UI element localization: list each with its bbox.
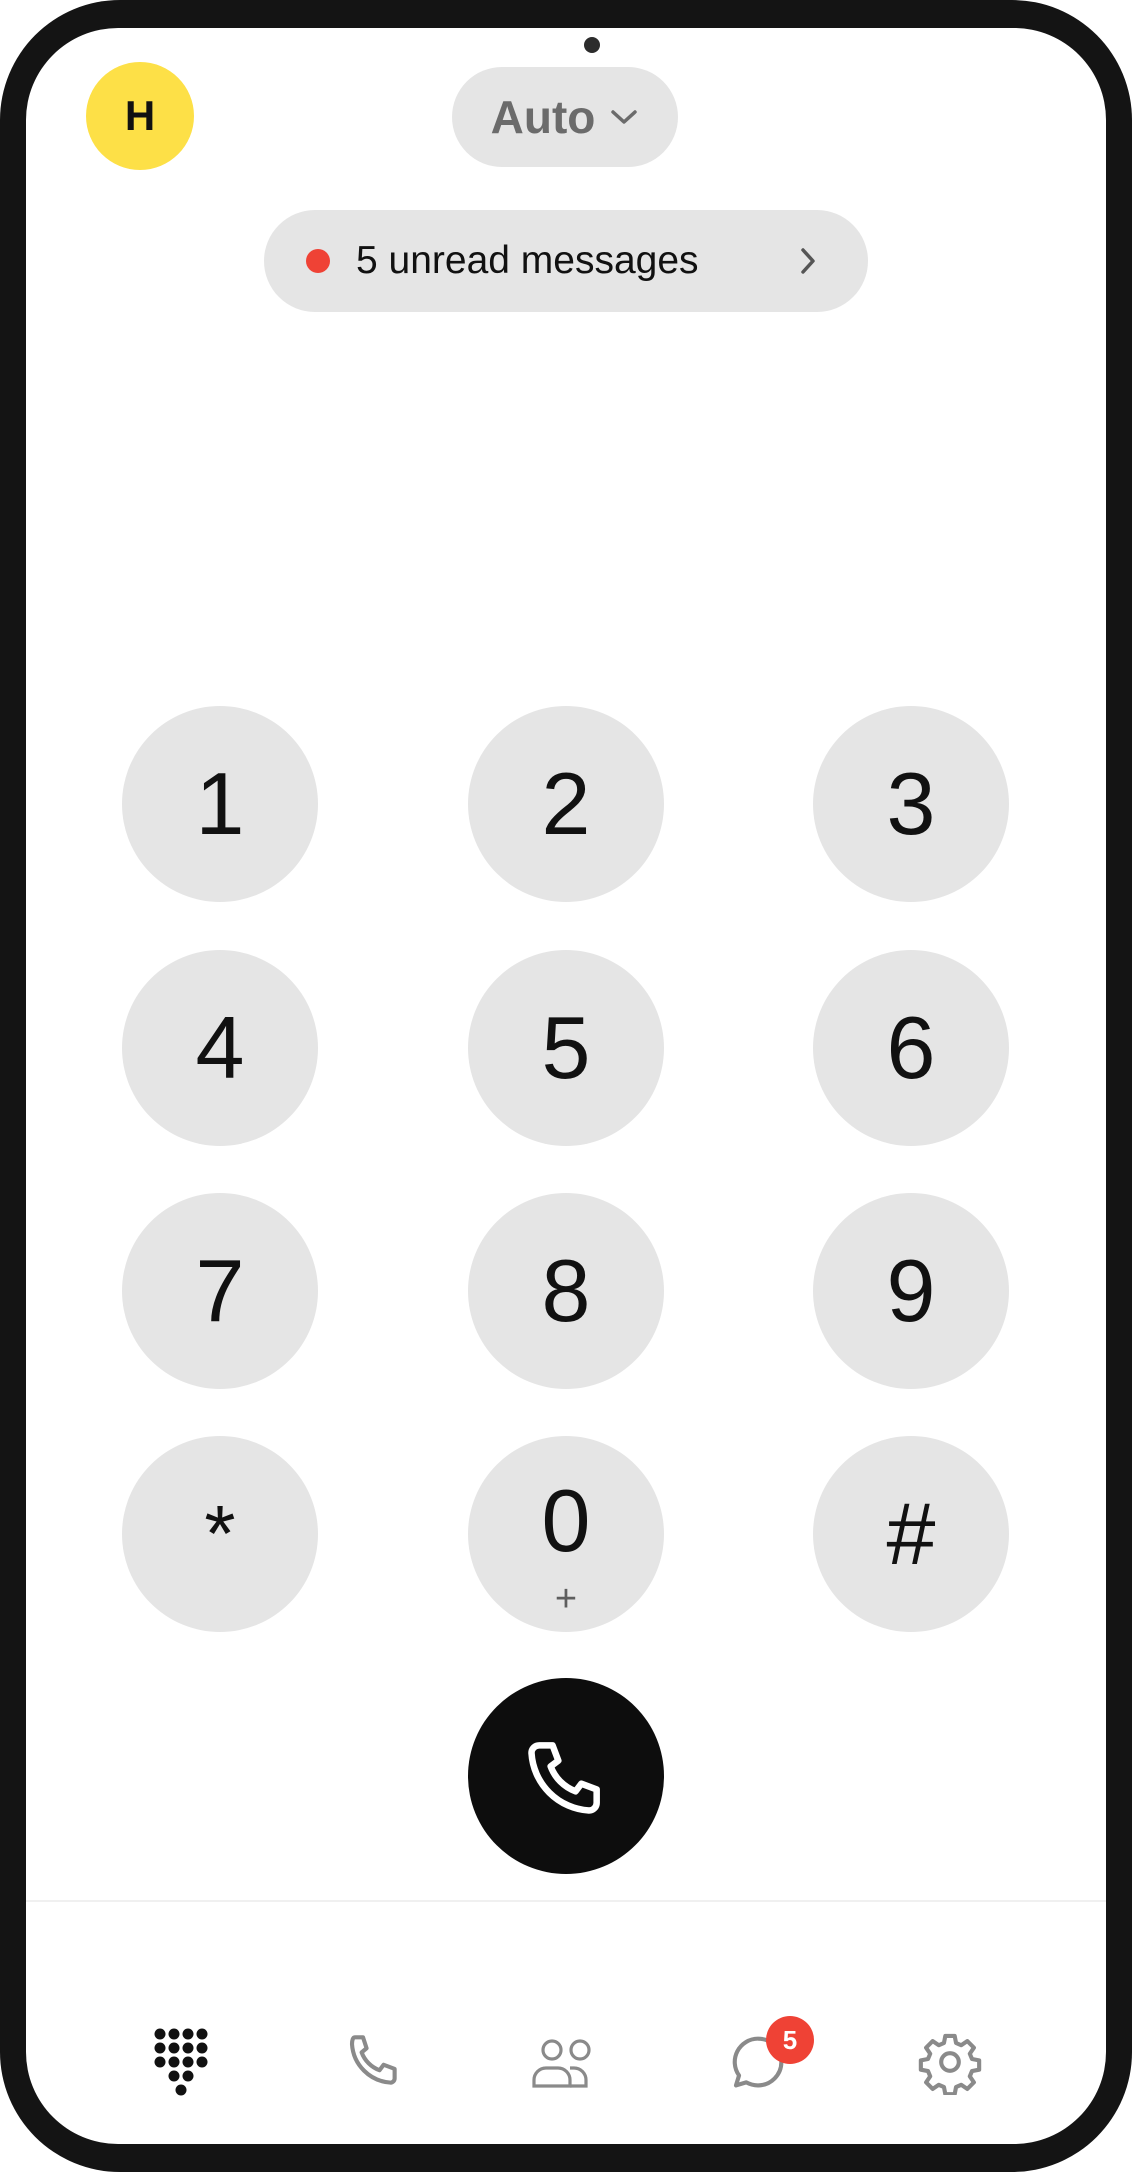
key-6[interactable]: 6 xyxy=(813,950,1009,1146)
key-digit: 5 xyxy=(541,998,591,1097)
chevron-down-icon xyxy=(611,110,638,124)
unread-messages-banner[interactable]: 5 unread messages xyxy=(264,210,868,312)
key-star[interactable]: * xyxy=(122,1436,318,1632)
key-sub-label: + xyxy=(554,1578,578,1620)
key-2[interactable]: 2 xyxy=(468,706,664,902)
mode-label: Auto xyxy=(490,91,596,143)
chevron-right-icon xyxy=(801,248,815,274)
key-digit: * xyxy=(204,1489,236,1578)
key-digit: 8 xyxy=(541,1241,591,1340)
call-button[interactable] xyxy=(468,1678,664,1874)
key-1[interactable]: 1 xyxy=(122,706,318,902)
mode-selector[interactable]: Auto xyxy=(452,67,678,167)
tab-bar: 5 xyxy=(26,1902,1106,2144)
key-digit: 6 xyxy=(886,998,936,1097)
gear-icon xyxy=(918,2033,982,2095)
key-0[interactable]: 0 + xyxy=(468,1436,664,1632)
key-3[interactable]: 3 xyxy=(813,706,1009,902)
key-digit: 4 xyxy=(195,998,245,1097)
phone-outline-icon xyxy=(349,2035,397,2085)
phone-icon xyxy=(528,1742,600,1814)
key-7[interactable]: 7 xyxy=(122,1193,318,1389)
tab-calls[interactable] xyxy=(334,2022,414,2102)
tab-settings[interactable] xyxy=(910,2022,990,2102)
key-digit: 3 xyxy=(886,754,936,853)
unread-dot xyxy=(306,249,330,273)
key-digit: 1 xyxy=(195,754,245,853)
avatar-initial: H xyxy=(124,92,156,139)
key-digit: 7 xyxy=(195,1241,245,1340)
tab-messages[interactable]: 5 xyxy=(718,2016,814,2102)
screen: H Auto 5 unread messages 1 2 3 4 5 6 7 8… xyxy=(26,28,1106,2144)
tab-contacts[interactable] xyxy=(526,2022,606,2102)
key-digit: # xyxy=(886,1484,936,1583)
messages-badge: 5 xyxy=(766,2016,814,2064)
avatar[interactable]: H xyxy=(86,62,194,170)
dialpad-icon xyxy=(154,2028,208,2096)
contacts-icon xyxy=(532,2039,591,2088)
unread-label: 5 unread messages xyxy=(356,239,699,282)
key-hash[interactable]: # xyxy=(813,1436,1009,1632)
key-digit: 9 xyxy=(886,1241,936,1340)
key-digit: 0 xyxy=(541,1471,591,1570)
key-4[interactable]: 4 xyxy=(122,950,318,1146)
key-5[interactable]: 5 xyxy=(468,950,664,1146)
key-digit: 2 xyxy=(541,754,591,853)
key-9[interactable]: 9 xyxy=(813,1193,1009,1389)
front-camera xyxy=(584,37,600,53)
key-8[interactable]: 8 xyxy=(468,1193,664,1389)
tab-dialpad[interactable] xyxy=(142,2022,222,2102)
device-frame: H Auto 5 unread messages 1 2 3 4 5 6 7 8… xyxy=(0,0,1132,2172)
